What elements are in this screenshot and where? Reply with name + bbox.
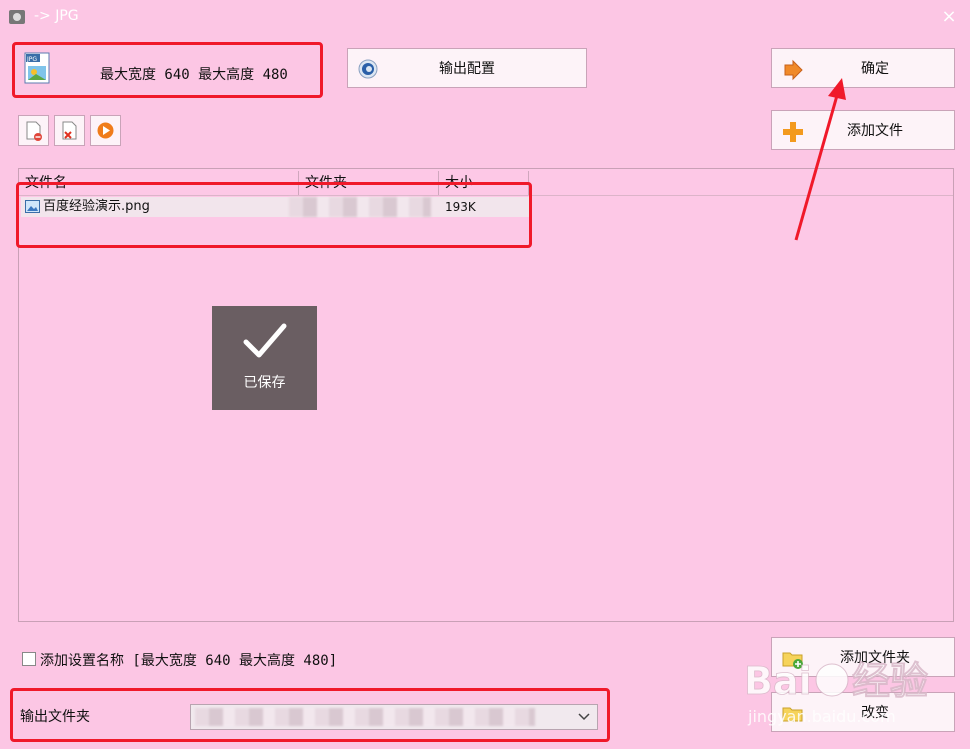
saved-toast-text: 已保存 <box>243 375 286 391</box>
annotation-arrow <box>794 78 846 241</box>
output-folder-label: 输出文件夹 <box>20 709 90 725</box>
svg-text:经验: 经验 <box>852 659 928 703</box>
gear-icon <box>358 59 378 79</box>
column-header-folder[interactable]: 文件夹 <box>299 171 439 195</box>
app-icon <box>9 10 25 24</box>
clear-icon <box>62 121 77 140</box>
file-name-cell: 百度经验演示.png <box>43 199 150 214</box>
output-config-label: 输出配置 <box>439 61 495 77</box>
add-name-label[interactable]: 添加设置名称 [最大宽度 640 最大高度 480] <box>40 650 337 670</box>
preset-summary: 最大宽度 640 最大高度 480 <box>100 67 288 83</box>
folder-cell-redacted <box>289 197 431 217</box>
image-file-icon <box>25 200 40 213</box>
output-path-redacted <box>195 708 535 726</box>
baidu-logo: Bai 经验 jingyan.baidu.com <box>744 659 929 726</box>
svg-text:jingyan.baidu.com: jingyan.baidu.com <box>747 707 896 726</box>
close-button[interactable]: × <box>938 6 960 28</box>
start-button[interactable] <box>90 115 121 146</box>
output-folder-select[interactable] <box>190 704 598 730</box>
baidu-watermark: Bai 经验 jingyan.baidu.com <box>740 640 970 730</box>
svg-text:JPG: JPG <box>26 56 37 63</box>
window-title: -> JPG <box>34 8 79 24</box>
svg-text:Bai: Bai <box>744 659 812 703</box>
file-size-cell: 193K <box>445 200 476 214</box>
clear-list-button[interactable] <box>54 115 85 146</box>
play-icon <box>97 122 114 139</box>
remove-icon <box>26 121 42 141</box>
remove-item-button[interactable] <box>18 115 49 146</box>
chevron-down-icon <box>578 713 590 721</box>
saved-toast: 已保存 <box>212 306 317 410</box>
column-header-size[interactable]: 大小 <box>439 171 529 195</box>
add-name-checkbox[interactable] <box>22 652 36 666</box>
column-header-filename[interactable]: 文件名 <box>19 171 299 195</box>
table-row[interactable]: 百度经验演示.png 193K <box>21 197 531 217</box>
checkmark-icon <box>243 323 287 358</box>
jpg-file-icon: JPG <box>24 52 50 84</box>
title-bar: -> JPG × <box>0 0 970 36</box>
output-config-button[interactable]: 输出配置 <box>347 48 587 88</box>
